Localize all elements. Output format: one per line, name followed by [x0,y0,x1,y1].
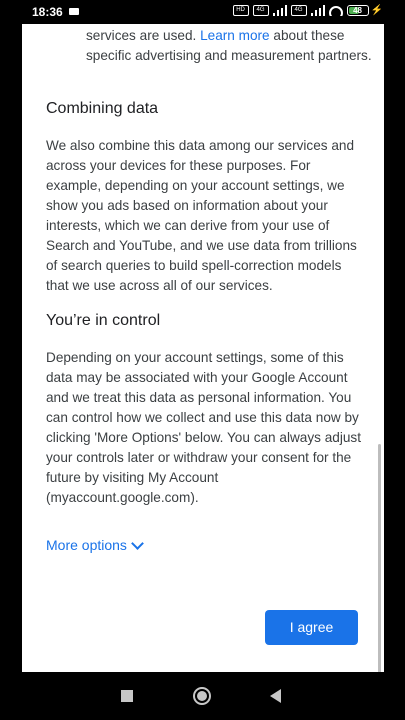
more-options-label: More options [46,537,127,553]
lead-paragraph: services are used. Learn more about thes… [86,26,384,66]
scrollbar[interactable] [378,444,381,672]
network-type-icon-2: 4G [290,5,307,16]
agree-button[interactable]: I agree [265,610,358,645]
chevron-down-icon [131,536,144,550]
back-icon[interactable] [270,689,281,703]
battery-level: 48 [353,6,362,15]
battery-icon: 48 ⚡ [346,5,383,16]
signal-icon [272,5,287,16]
section-title-in-control: You’re in control [46,312,161,329]
recent-apps-icon[interactable] [121,690,133,702]
network-type-icon: 4G [252,5,269,16]
section-body-combining-data: We also combine this data among our serv… [46,138,357,293]
video-record-icon [69,8,79,15]
more-options-button[interactable]: More options [46,536,144,553]
lead-text: services are used. [86,28,197,43]
status-icons: HD 4G 4G 48 ⚡ [232,5,383,16]
wifi-icon [328,5,343,16]
status-bar: 18:36 HD 4G 4G 48 ⚡ [0,0,405,24]
section-title-combining-data: Combining data [46,100,159,117]
navigation-bar [0,672,405,720]
signal-icon-2 [310,5,325,16]
charging-icon: ⚡ [370,5,383,16]
home-icon[interactable] [193,687,211,705]
volte-icon: HD [232,5,249,16]
learn-more-link[interactable]: Learn more [200,28,270,43]
status-time: 18:36 [32,5,63,19]
consent-panel[interactable]: services are used. Learn more about thes… [22,24,384,672]
section-body-in-control: Depending on your account settings, some… [46,350,361,505]
